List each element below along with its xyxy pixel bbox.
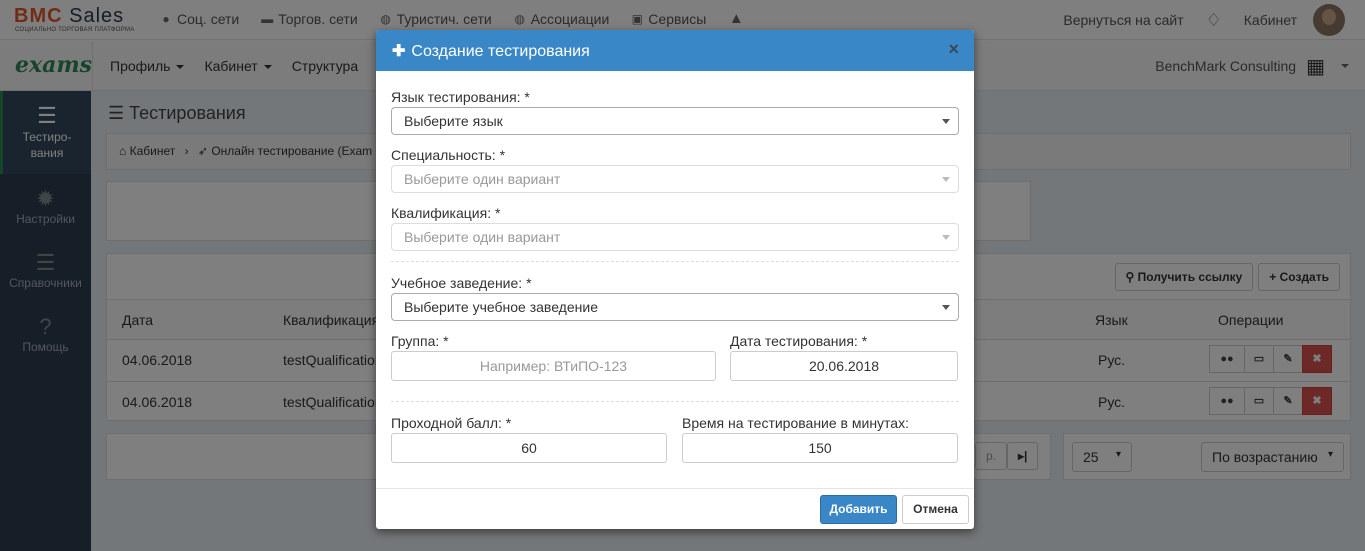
institution-label: Учебное заведение: * — [391, 275, 532, 291]
add-button[interactable]: Добавить — [820, 495, 897, 524]
caret-down-icon — [942, 177, 950, 182]
institution-select[interactable]: Выберите учебное заведение — [391, 293, 959, 321]
test-date-label: Дата тестирования: * — [730, 333, 868, 349]
pass-score-label: Проходной балл: * — [391, 415, 512, 431]
duration-label: Время на тестирование в минутах: — [682, 415, 909, 431]
group-input[interactable]: Например: ВТиПО-123 — [391, 351, 716, 381]
modal-title: Создание тестирования — [411, 43, 590, 60]
group-label: Группа: * — [391, 333, 449, 349]
plus-icon: ✚ — [392, 43, 406, 60]
caret-down-icon — [942, 305, 950, 310]
language-label: Язык тестирования: * — [391, 89, 530, 105]
modal-header: ✚ Создание тестирования × — [376, 30, 974, 71]
duration-input[interactable]: 150 — [682, 433, 958, 463]
divider — [391, 261, 959, 262]
close-icon[interactable]: × — [948, 39, 959, 60]
qualification-label: Квалификация: * — [391, 205, 501, 221]
caret-down-icon — [942, 119, 950, 124]
modal-footer: Добавить Отмена — [376, 488, 974, 529]
qualification-select[interactable]: Выберите один вариант — [391, 223, 959, 251]
language-select[interactable]: Выберите язык — [391, 107, 959, 135]
specialty-select[interactable]: Выберите один вариант — [391, 165, 959, 193]
divider — [391, 401, 959, 402]
test-date-input[interactable]: 20.06.2018 — [730, 351, 958, 381]
create-test-modal: ✚ Создание тестирования × Язык тестирован… — [376, 30, 974, 529]
specialty-label: Специальность: * — [391, 147, 506, 163]
pass-score-input[interactable]: 60 — [391, 433, 667, 463]
caret-down-icon — [942, 235, 950, 240]
cancel-button[interactable]: Отмена — [902, 495, 969, 524]
